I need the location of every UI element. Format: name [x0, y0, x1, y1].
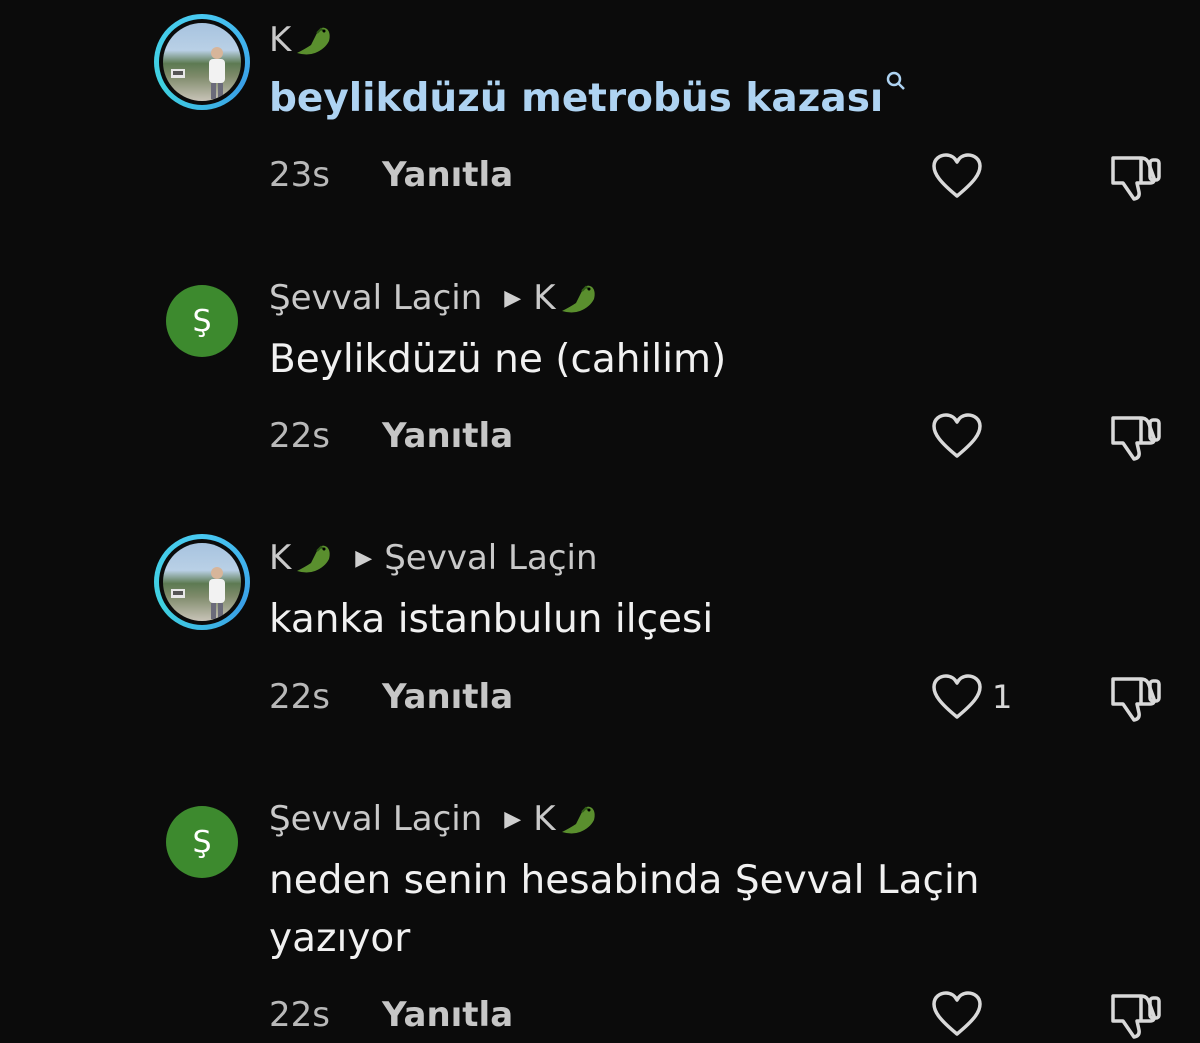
crocodile-emoji — [561, 806, 595, 834]
dislike-button[interactable] — [1107, 152, 1163, 208]
comment-text-line: neden senin hesabinda Şevval Laçin — [269, 858, 980, 903]
reply-button[interactable]: Yanıtla — [382, 995, 513, 1035]
avatar-initial: Ş — [192, 824, 212, 860]
comment-author[interactable]: Şevval Laçin — [269, 278, 482, 318]
crocodile-emoji — [297, 545, 330, 573]
like-button[interactable] — [930, 412, 992, 460]
avatar[interactable]: Ş — [166, 285, 238, 357]
avatar[interactable]: Ş — [166, 806, 238, 878]
avatar-photo-icon — [171, 567, 225, 619]
heart-outline-icon — [932, 413, 982, 458]
heart-outline-icon — [932, 153, 982, 198]
comment-text: Beylikdüzü ne (cahilim) — [269, 337, 727, 382]
reply-to-author[interactable]: Şevval Laçin — [384, 538, 597, 578]
comment-author-row: K ▶ Şevval Laçin — [269, 538, 598, 578]
comment-text: kanka istanbulun ilçesi — [269, 597, 714, 642]
comment-text: beylikdüzü metrobüs kazası — [269, 70, 1089, 128]
comment-author[interactable]: K — [269, 20, 291, 60]
avatar[interactable] — [154, 14, 250, 110]
like-button[interactable] — [930, 152, 992, 200]
comment-text-line: yazıyor — [269, 916, 411, 961]
thumbs-down-outline-icon — [1111, 677, 1161, 722]
heart-outline-icon — [932, 991, 982, 1036]
triangle-right-icon: ▶ — [504, 806, 522, 832]
triangle-right-icon: ▶ — [355, 545, 373, 571]
avatar[interactable] — [154, 534, 250, 630]
comment-author-row: K — [269, 20, 333, 60]
reply-to-author[interactable]: K — [533, 799, 555, 839]
dislike-button[interactable] — [1107, 412, 1163, 468]
comment-meta: 23s Yanıtla — [269, 155, 513, 195]
reply-button[interactable]: Yanıtla — [382, 416, 513, 456]
reply-button[interactable]: Yanıtla — [382, 677, 513, 717]
search-suggestion-link[interactable]: beylikdüzü metrobüs kazası — [269, 76, 883, 121]
dislike-button[interactable] — [1107, 990, 1163, 1043]
comment-author-row: Şevval Laçin ▶ K — [269, 799, 598, 839]
comment-author[interactable]: K — [269, 538, 291, 578]
avatar-photo-icon — [171, 47, 225, 99]
comment-time: 22s — [269, 416, 330, 456]
comment-author[interactable]: Şevval Laçin — [269, 799, 482, 839]
like-button[interactable]: 1 — [930, 673, 1012, 721]
triangle-right-icon: ▶ — [504, 285, 522, 311]
thumbs-down-outline-icon — [1111, 416, 1161, 461]
comment-text: neden senin hesabinda Şevval Laçin yazıy… — [269, 852, 1089, 968]
comment-meta: 22s Yanıtla — [269, 416, 513, 456]
crocodile-emoji — [561, 285, 595, 313]
search-icon[interactable] — [885, 70, 907, 92]
like-count: 1 — [992, 678, 1013, 716]
avatar-initial: Ş — [192, 303, 212, 339]
heart-outline-icon — [932, 674, 982, 719]
comment-meta: 22s Yanıtla — [269, 677, 513, 717]
comment-time: 22s — [269, 995, 330, 1035]
comment-time: 22s — [269, 677, 330, 717]
thumbs-down-outline-icon — [1111, 994, 1161, 1039]
comments-panel: K beylikdüzü metrobüs kazası 23s Yanıtla — [0, 0, 1200, 1043]
comment-time: 23s — [269, 155, 330, 195]
reply-button[interactable]: Yanıtla — [382, 155, 513, 195]
comment-author-row: Şevval Laçin ▶ K — [269, 278, 598, 318]
reply-to-author[interactable]: K — [533, 278, 555, 318]
comment-meta: 22s Yanıtla — [269, 995, 513, 1035]
crocodile-emoji — [297, 27, 330, 55]
like-button[interactable] — [930, 990, 992, 1038]
thumbs-down-outline-icon — [1111, 156, 1161, 201]
dislike-button[interactable] — [1107, 673, 1163, 729]
